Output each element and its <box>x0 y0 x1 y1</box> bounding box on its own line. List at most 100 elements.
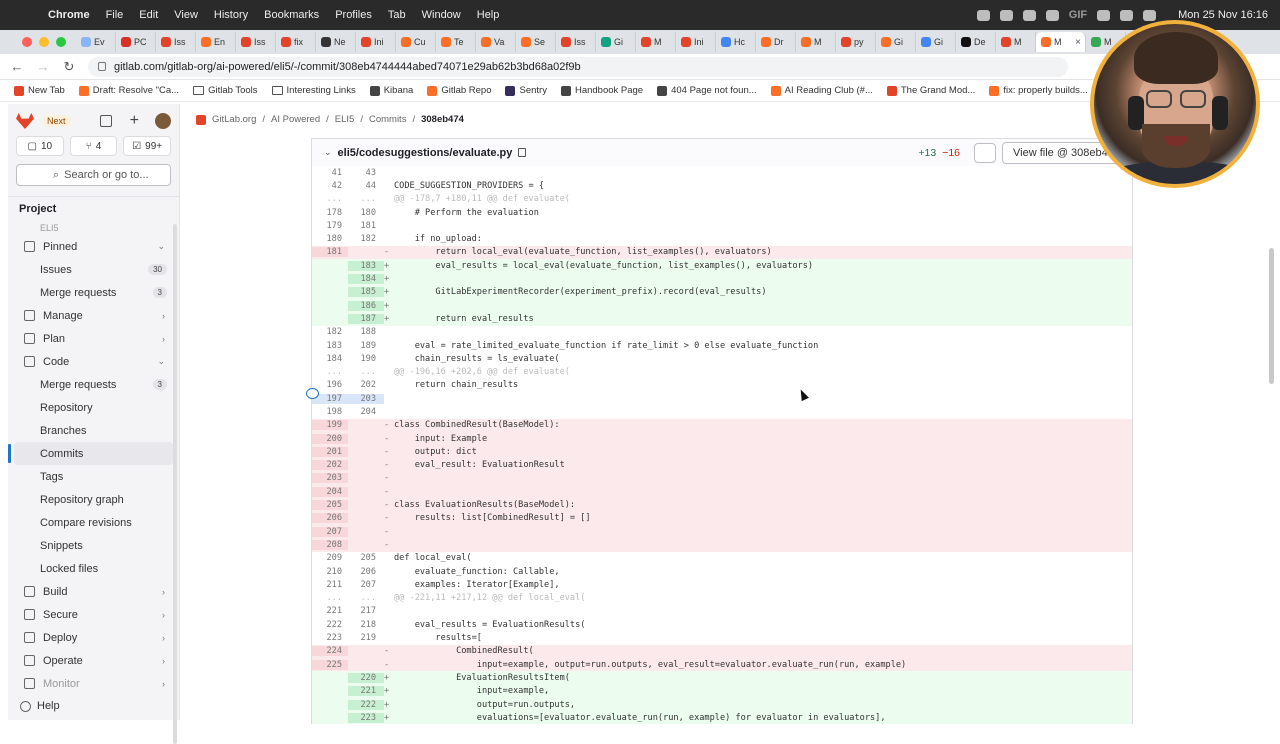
old-line-number[interactable]: 210 <box>312 567 348 577</box>
old-line-number[interactable]: 200 <box>312 433 348 444</box>
browser-tab[interactable]: Ev <box>76 32 116 52</box>
browser-tab[interactable]: py <box>836 32 876 52</box>
new-line-number[interactable]: 183 <box>348 260 384 271</box>
breadcrumb-item[interactable]: 308eb474 <box>421 114 464 125</box>
new-line-number[interactable]: 218 <box>348 620 384 630</box>
menu-item-file[interactable]: File <box>106 9 124 21</box>
code-line[interactable]: evaluations=[evaluator.evaluate_run(run,… <box>394 713 1132 723</box>
new-line-number[interactable]: ... <box>348 593 384 603</box>
diff-line[interactable]: 210 206 evaluate_function: Callable, <box>312 565 1132 578</box>
old-line-number[interactable]: 181 <box>312 247 348 258</box>
new-line-number[interactable]: 220 <box>348 672 384 683</box>
bookmark-item[interactable]: Kibana <box>369 85 413 96</box>
diff-line[interactable]: 187 + return eval_results <box>312 312 1132 326</box>
new-line-number[interactable]: 182 <box>348 234 384 244</box>
browser-tab[interactable]: Hc <box>716 32 756 52</box>
browser-tab[interactable]: M × <box>1036 32 1086 52</box>
bookmark-item[interactable]: Gitlab Tools <box>193 85 258 96</box>
diff-line[interactable]: 180 182 if no_upload: <box>312 232 1132 245</box>
sidebar-item-build[interactable]: Build › <box>14 580 173 603</box>
bookmark-item[interactable]: Gitlab Repo <box>427 85 491 96</box>
diff-line[interactable]: 184 + <box>312 272 1132 286</box>
old-line-number[interactable]: 183 <box>312 341 348 351</box>
merge-requests-count-button[interactable]: ⑂ 4 <box>69 136 118 156</box>
clock[interactable]: Mon 25 Nov 16:16 <box>1178 9 1268 21</box>
new-line-number[interactable]: 184 <box>348 274 384 285</box>
close-tab-icon[interactable]: × <box>1075 37 1081 48</box>
breadcrumb-item[interactable]: ELI5 <box>335 114 355 125</box>
site-info-icon[interactable] <box>98 62 106 71</box>
bookmark-item[interactable]: The Grand Mod... <box>886 85 975 96</box>
code-line[interactable]: @@ -221,11 +217,12 @@ def local_eval( <box>394 593 1132 603</box>
diff-line[interactable]: 223 + evaluations=[evaluator.evaluate_run… <box>312 711 1132 725</box>
menu-item-window[interactable]: Window <box>422 9 461 21</box>
old-line-number[interactable]: 182 <box>312 327 348 337</box>
diff-line[interactable]: 41 43 <box>312 166 1132 179</box>
old-line-number[interactable]: 208 <box>312 539 348 550</box>
code-line[interactable]: @@ -178,7 +180,11 @@ def evaluate( <box>394 194 1132 204</box>
diff-line[interactable]: 182 188 <box>312 326 1132 339</box>
browser-tab[interactable]: Ne <box>316 32 356 52</box>
old-line-number[interactable]: ... <box>312 367 348 377</box>
new-line-number[interactable]: 190 <box>348 354 384 364</box>
diff-line[interactable]: ...... @@ -178,7 +180,11 @@ def evaluate( <box>312 193 1132 206</box>
gif-status[interactable]: GIF <box>1069 9 1087 21</box>
code-line[interactable]: return local_eval(evaluate_function, lis… <box>394 247 1132 257</box>
diff-line[interactable]: 201 - output: dict <box>312 445 1132 459</box>
new-line-number[interactable]: 188 <box>348 327 384 337</box>
create-new-icon[interactable]: + <box>130 113 139 129</box>
code-line[interactable]: results: list[CombinedResult] = [] <box>394 513 1132 523</box>
old-line-number[interactable]: 42 <box>312 181 348 191</box>
sidebar-item-plan[interactable]: Plan › <box>14 327 173 350</box>
old-line-number[interactable]: 202 <box>312 460 348 471</box>
diff-line[interactable]: 181 - return local_eval(evaluate_function… <box>312 245 1132 260</box>
diff-line[interactable]: 225 - input=example, output=run.outputs, … <box>312 657 1132 672</box>
old-line-number[interactable]: 222 <box>312 620 348 630</box>
bookmark-item[interactable]: Interesting Links <box>271 85 356 96</box>
diff-line[interactable]: 202 - eval_result: EvaluationResult <box>312 458 1132 472</box>
page-scrollbar[interactable] <box>1269 248 1274 384</box>
avatar[interactable] <box>155 113 171 129</box>
reload-icon[interactable]: ↻ <box>60 59 78 75</box>
new-line-number[interactable]: ... <box>348 194 384 204</box>
menu-item-profiles[interactable]: Profiles <box>335 9 372 21</box>
code-line[interactable]: CODE_SUGGESTION_PROVIDERS = { <box>394 181 1132 191</box>
bookmark-item[interactable]: New Tab <box>14 85 65 96</box>
old-line-number[interactable]: 205 <box>312 500 348 511</box>
browser-tab[interactable]: Ini <box>676 32 716 52</box>
sidebar-item-pinned[interactable]: Pinned ⌄ <box>14 235 173 258</box>
control-center-icon[interactable] <box>1143 9 1157 21</box>
sidebar-item-issues[interactable]: Issues 30 <box>14 258 173 281</box>
gitlab-logo-icon[interactable] <box>16 113 34 129</box>
browser-tab[interactable]: Se <box>516 32 556 52</box>
new-line-number[interactable]: 203 <box>348 393 384 404</box>
code-line[interactable]: eval_results = local_eval(evaluate_funct… <box>394 261 1132 271</box>
sidebar-item-manage[interactable]: Manage › <box>14 304 173 327</box>
old-line-number[interactable]: 225 <box>312 659 348 670</box>
status-icon[interactable] <box>1097 9 1111 21</box>
new-line-number[interactable]: 185 <box>348 287 384 298</box>
code-line[interactable]: def local_eval( <box>394 553 1132 563</box>
bookmark-item[interactable]: 404 Page not foun... <box>657 85 757 96</box>
old-line-number[interactable]: 180 <box>312 234 348 244</box>
diff-line[interactable]: 185 + GitLabExperimentRecorder(experiment… <box>312 285 1132 299</box>
diff-line[interactable]: 206 - results: list[CombinedResult] = [] <box>312 511 1132 526</box>
new-line-number[interactable]: 217 <box>348 606 384 616</box>
old-line-number[interactable]: ... <box>312 194 348 204</box>
menu-item-bookmarks[interactable]: Bookmarks <box>264 9 319 21</box>
diff-line[interactable]: 205 - class EvaluationResults(BaseModel): <box>312 498 1132 512</box>
diff-line[interactable]: 211 207 examples: Iterator[Example], <box>312 578 1132 591</box>
diff-line[interactable]: 207 - <box>312 525 1132 539</box>
code-line[interactable]: input=example, <box>394 686 1132 696</box>
code-line[interactable]: eval_results = EvaluationResults( <box>394 620 1132 630</box>
browser-tab[interactable]: En <box>196 32 236 52</box>
menu-app-name[interactable]: Chrome <box>48 9 90 21</box>
sidebar-item-operate[interactable]: Operate › <box>14 649 173 672</box>
sidebar-item-locked-files[interactable]: Locked files <box>14 557 173 580</box>
new-line-number[interactable]: 207 <box>348 580 384 590</box>
bookmark-item[interactable]: fix: properly builds... <box>989 85 1088 96</box>
breadcrumb-item[interactable]: Commits <box>369 114 406 125</box>
code-line[interactable]: eval = rate_limited_evaluate_function if… <box>394 341 1132 351</box>
sidebar-item-compare-revisions[interactable]: Compare revisions <box>14 511 173 534</box>
diff-line[interactable]: 183 189 eval = rate_limited_evaluate_func… <box>312 339 1132 352</box>
